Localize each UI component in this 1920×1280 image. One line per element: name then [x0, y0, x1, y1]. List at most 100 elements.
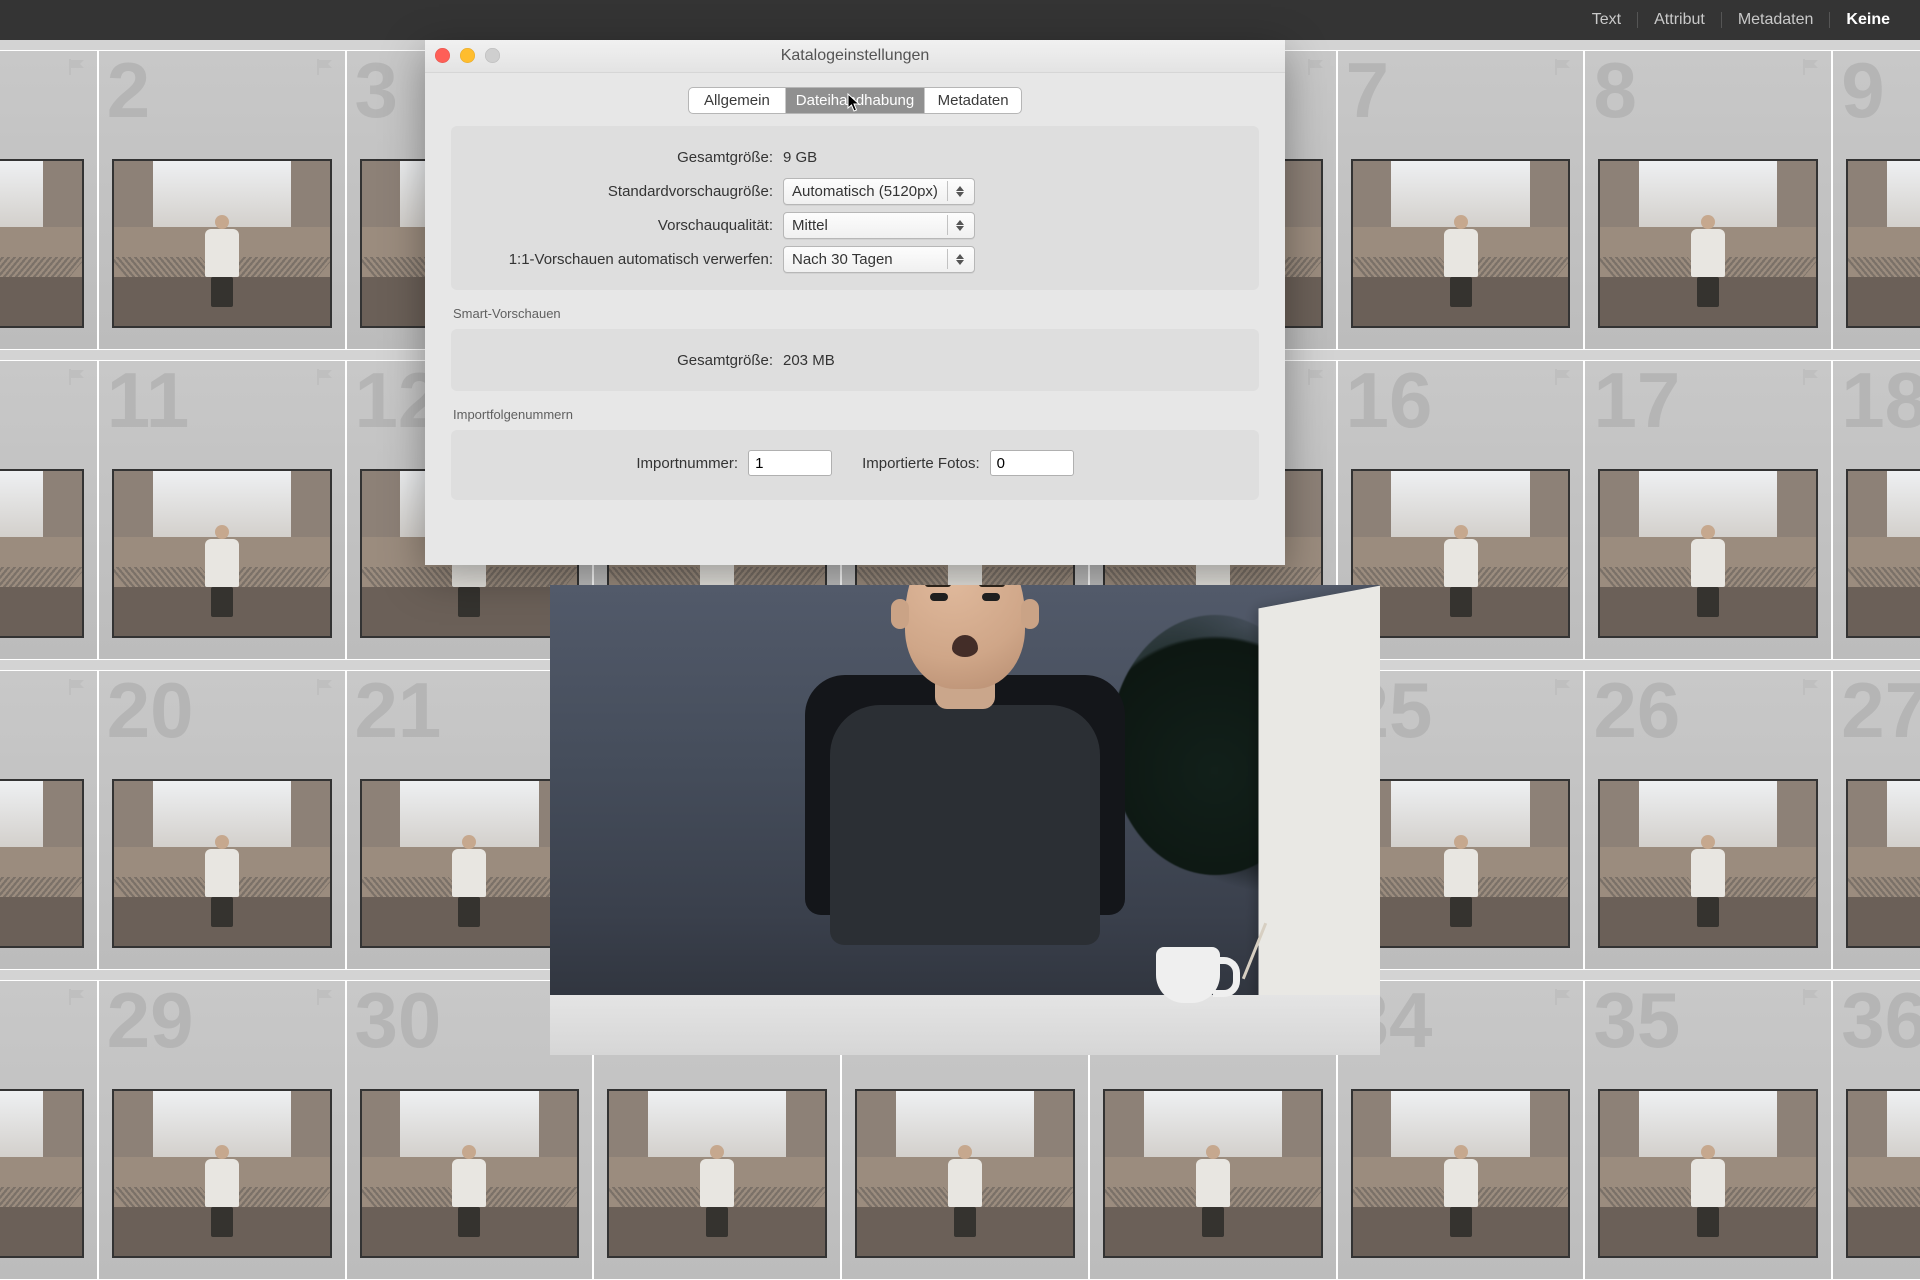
preview-quality-select[interactable]: Mittel	[783, 212, 975, 239]
thumbnail-image[interactable]	[114, 471, 330, 636]
separator	[1637, 12, 1638, 28]
grid-cell[interactable]: 1	[0, 50, 98, 350]
thumbnail-image[interactable]	[114, 1091, 330, 1256]
thumbnail-image[interactable]	[114, 161, 330, 326]
cell-index: 21	[355, 670, 442, 756]
cell-index: 2	[107, 50, 150, 136]
thumbnail-image[interactable]	[114, 781, 330, 946]
filter-keine[interactable]: Keine	[1840, 11, 1896, 29]
thumbnail-image[interactable]	[1353, 781, 1569, 946]
flag-icon[interactable]	[1553, 989, 1573, 1010]
thumbnail-image[interactable]	[1848, 161, 1920, 326]
grid-cell[interactable]: 28	[0, 980, 98, 1280]
flag-icon[interactable]	[315, 369, 335, 390]
catalog-settings-dialog: Katalogeinstellungen AllgemeinDateihandh…	[425, 40, 1285, 565]
tab-metadaten[interactable]: Metadaten	[925, 88, 1021, 113]
grid-cell[interactable]: 35	[1584, 980, 1832, 1280]
thumbnail-image[interactable]	[1353, 1091, 1569, 1256]
smart-total-size-label: Gesamtgröße:	[473, 352, 783, 369]
flag-icon[interactable]	[67, 989, 87, 1010]
flag-icon[interactable]	[1553, 679, 1573, 700]
thumbnail-image[interactable]	[1600, 471, 1816, 636]
cell-index: 26	[1593, 670, 1680, 756]
flag-icon[interactable]	[315, 679, 335, 700]
cell-index: 3	[355, 50, 398, 136]
thumbnail-image[interactable]	[0, 1091, 82, 1256]
thumbnail-image[interactable]	[1600, 781, 1816, 946]
cell-index: 17	[1593, 360, 1680, 446]
stepper-icon	[947, 215, 968, 235]
discard-1to1-label: 1:1-Vorschauen automatisch verwerfen:	[473, 251, 783, 268]
cell-index: 18	[1841, 360, 1920, 446]
grid-cell[interactable]: 10	[0, 360, 98, 660]
grid-cell[interactable]: 36	[1832, 980, 1920, 1280]
stepper-icon	[947, 249, 968, 269]
grid-cell[interactable]: 2	[98, 50, 346, 350]
thumbnail-image[interactable]	[1600, 161, 1816, 326]
window-minimize-button[interactable]	[460, 48, 475, 63]
flag-icon[interactable]	[315, 989, 335, 1010]
dialog-titlebar[interactable]: Katalogeinstellungen	[425, 40, 1285, 73]
thumbnail-image[interactable]	[0, 161, 82, 326]
grid-cell[interactable]: 8	[1584, 50, 1832, 350]
flag-icon[interactable]	[1801, 369, 1821, 390]
stepper-icon	[947, 181, 968, 201]
select-value: Mittel	[792, 217, 828, 234]
flag-icon[interactable]	[67, 679, 87, 700]
thumbnail-image[interactable]	[1600, 1091, 1816, 1256]
flag-icon[interactable]	[1306, 369, 1326, 390]
thumbnail-image[interactable]	[857, 1091, 1073, 1256]
window-close-button[interactable]	[435, 48, 450, 63]
select-value: Nach 30 Tagen	[792, 251, 893, 268]
thumbnail-image[interactable]	[362, 781, 578, 946]
cell-index: 30	[355, 980, 442, 1066]
thumbnail-image[interactable]	[609, 1091, 825, 1256]
flag-icon[interactable]	[1801, 679, 1821, 700]
grid-cell[interactable]: 20	[98, 670, 346, 970]
imported-photos-label: Importierte Fotos:	[862, 455, 980, 472]
thumbnail-image[interactable]	[1353, 471, 1569, 636]
grid-cell[interactable]: 19	[0, 670, 98, 970]
filter-metadaten[interactable]: Metadaten	[1732, 11, 1820, 29]
grid-cell[interactable]: 9	[1832, 50, 1920, 350]
discard-1to1-select[interactable]: Nach 30 Tagen	[783, 246, 975, 273]
grid-cell[interactable]: 17	[1584, 360, 1832, 660]
tab-allgemein[interactable]: Allgemein	[689, 88, 786, 113]
flag-icon[interactable]	[1553, 369, 1573, 390]
cell-index: 9	[1841, 50, 1884, 136]
tab-dateihandhabung[interactable]: Dateihandhabung	[786, 88, 925, 113]
thumbnail-image[interactable]	[1848, 471, 1920, 636]
cell-index: 16	[1346, 360, 1433, 446]
flag-icon[interactable]	[1801, 59, 1821, 80]
standard-preview-size-select[interactable]: Automatisch (5120px)	[783, 178, 975, 205]
smart-previews-heading: Smart-Vorschauen	[453, 306, 1259, 321]
cell-index: 11	[107, 360, 189, 446]
section-smart-previews: Gesamtgröße: 203 MB	[451, 329, 1259, 391]
filter-text[interactable]: Text	[1586, 11, 1627, 29]
grid-cell[interactable]: 27	[1832, 670, 1920, 970]
grid-cell[interactable]: 26	[1584, 670, 1832, 970]
grid-cell[interactable]: 29	[98, 980, 346, 1280]
flag-icon[interactable]	[67, 369, 87, 390]
thumbnail-image[interactable]	[1848, 1091, 1920, 1256]
total-size-label: Gesamtgröße:	[473, 149, 783, 166]
flag-icon[interactable]	[315, 59, 335, 80]
thumbnail-image[interactable]	[362, 1091, 578, 1256]
grid-cell[interactable]: 7	[1337, 50, 1585, 350]
flag-icon[interactable]	[1306, 59, 1326, 80]
thumbnail-image[interactable]	[1848, 781, 1920, 946]
thumbnail-image[interactable]	[0, 471, 82, 636]
grid-cell[interactable]: 18	[1832, 360, 1920, 660]
flag-icon[interactable]	[1801, 989, 1821, 1010]
cell-index: 20	[107, 670, 194, 756]
import-number-input[interactable]	[748, 450, 832, 476]
thumbnail-image[interactable]	[1105, 1091, 1321, 1256]
flag-icon[interactable]	[67, 59, 87, 80]
webcam-overlay	[550, 585, 1380, 1055]
thumbnail-image[interactable]	[0, 781, 82, 946]
flag-icon[interactable]	[1553, 59, 1573, 80]
grid-cell[interactable]: 11	[98, 360, 346, 660]
filter-attribut[interactable]: Attribut	[1648, 11, 1711, 29]
imported-photos-input[interactable]	[990, 450, 1074, 476]
thumbnail-image[interactable]	[1353, 161, 1569, 326]
